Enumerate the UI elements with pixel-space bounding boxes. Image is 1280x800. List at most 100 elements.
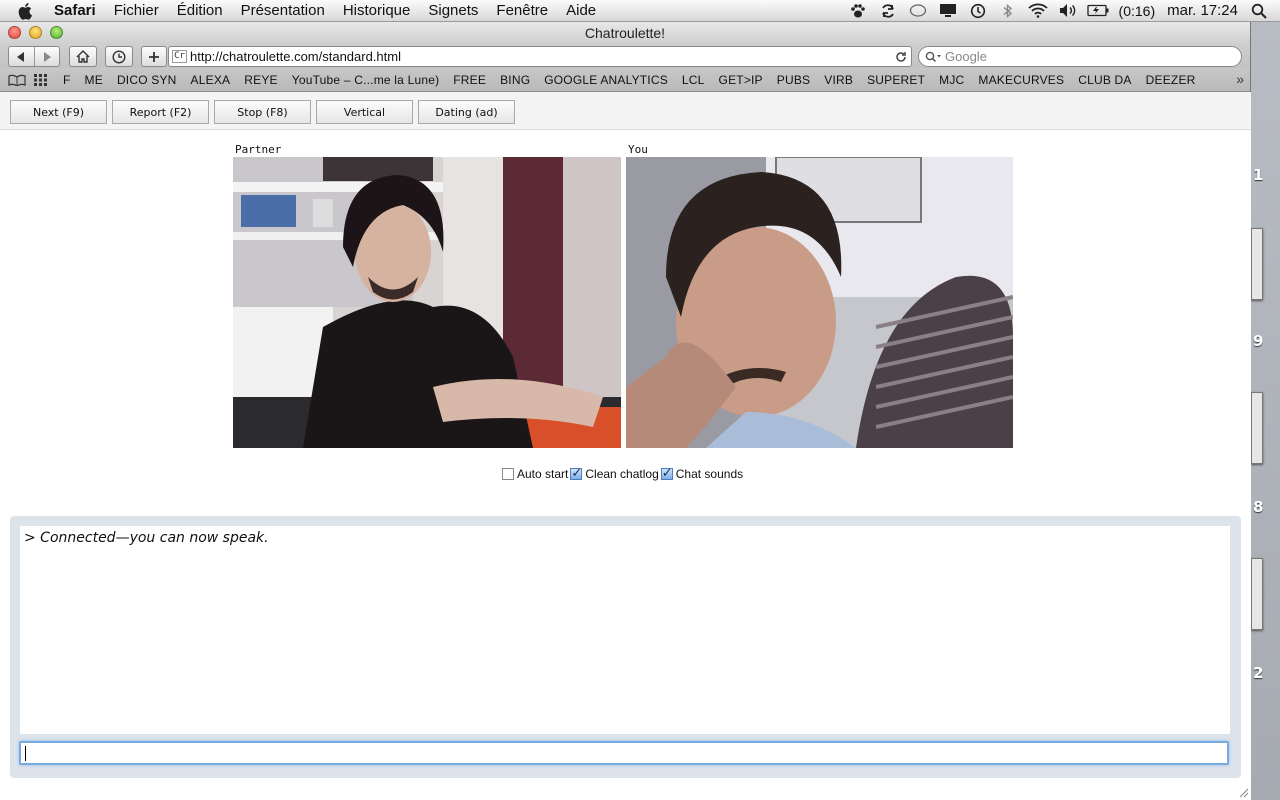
chat-message: > Connected—you can now speak. (24, 530, 269, 546)
desktop-label: 1 (1253, 166, 1264, 184)
bookmark-item[interactable]: MJC (939, 73, 964, 87)
desktop-thumbnail[interactable] (1251, 558, 1263, 630)
resize-grip-icon[interactable] (1239, 788, 1249, 798)
bookmark-item[interactable]: DICO SYN (117, 73, 177, 87)
back-button[interactable] (9, 47, 34, 66)
auto-start-checkbox[interactable] (502, 468, 514, 480)
desktop-thumbnail[interactable] (1251, 392, 1263, 464)
url-text[interactable]: http://chatroulette.com/standard.html (190, 49, 891, 64)
menu-fenetre[interactable]: Fenêtre (496, 2, 548, 19)
search-field[interactable]: Google (918, 46, 1242, 67)
search-placeholder: Google (945, 49, 987, 64)
bookmark-item[interactable]: FREE (453, 73, 486, 87)
address-bar[interactable]: Cr http://chatroulette.com/standard.html (168, 46, 912, 67)
book-icon[interactable] (8, 74, 26, 86)
back-arrow-icon (17, 51, 25, 62)
text-caret (25, 746, 26, 761)
site-favicon: Cr (172, 50, 187, 63)
stop-button[interactable]: Stop (F8) (214, 100, 311, 124)
home-button[interactable] (69, 46, 97, 67)
chat-controls-bar: Next (F9) Report (F2) Stop (F8) Vertical… (0, 92, 1251, 130)
grid-icon[interactable] (32, 73, 50, 86)
bookmark-item[interactable]: BING (500, 73, 530, 87)
spotlight-search-icon[interactable] (1248, 3, 1270, 19)
next-button[interactable]: Next (F9) (10, 100, 107, 124)
reload-icon (896, 51, 906, 62)
clean-chatlog-checkbox[interactable] (570, 465, 583, 481)
auto-start-label: Auto start (517, 467, 569, 481)
chat-sounds-checkbox[interactable] (660, 465, 673, 481)
bookmark-item[interactable]: ALEXA (191, 73, 231, 87)
web-page: Next (F9) Report (F2) Stop (F8) Vertical… (0, 92, 1251, 800)
bookmark-item[interactable]: REYE (244, 73, 277, 87)
dating-ad-button[interactable]: Dating (ad) (418, 100, 515, 124)
menu-bar: Safari Fichier Édition Présentation Hist… (0, 0, 1280, 22)
bluetooth-icon[interactable] (997, 3, 1019, 19)
bookmark-item[interactable]: GOOGLE ANALYTICS (544, 73, 668, 87)
bookmark-item[interactable]: MAKECURVES (978, 73, 1064, 87)
desktop-label: 2 (1253, 664, 1264, 682)
menu-clock[interactable]: mar. 17:24 (1167, 2, 1238, 19)
bookmark-item[interactable]: F (63, 73, 71, 87)
bookmark-item[interactable]: CLUB DA (1078, 73, 1131, 87)
home-icon (76, 50, 90, 63)
plus-icon (149, 51, 159, 62)
menu-edition[interactable]: Édition (177, 2, 223, 19)
add-bookmark-button[interactable] (141, 46, 167, 67)
report-button[interactable]: Report (F2) (112, 100, 209, 124)
forward-button[interactable] (33, 47, 59, 66)
paw-icon[interactable] (847, 3, 869, 19)
desktop-label: 9 (1253, 332, 1264, 350)
menu-fichier[interactable]: Fichier (114, 2, 159, 19)
desktop-thumbnail[interactable] (1251, 228, 1263, 300)
browser-window: Chatroulette! Cr http://chatroulette.com… (0, 22, 1251, 800)
minimize-window-button[interactable] (29, 26, 42, 39)
menu-aide[interactable]: Aide (566, 2, 596, 19)
menu-safari[interactable]: Safari (54, 2, 96, 19)
chat-bubble-icon[interactable] (907, 3, 929, 19)
more-bookmarks-chevron-icon[interactable]: » (1236, 71, 1244, 87)
wifi-icon[interactable] (1027, 3, 1049, 19)
close-window-button[interactable] (8, 26, 21, 39)
clean-chatlog-label: Clean chatlog (585, 467, 659, 481)
bookmark-item[interactable]: DEEZER (1146, 73, 1196, 87)
title-bar[interactable]: Chatroulette! (0, 22, 1250, 44)
bookmark-item[interactable]: YouTube – C...me la Lune) (292, 73, 440, 87)
apple-icon[interactable] (18, 2, 36, 20)
chat-options: Auto start Clean chatlog Chat sounds (500, 465, 744, 481)
bookmark-item[interactable]: PUBS (777, 73, 810, 87)
chat-panel: > Connected—you can now speak. (10, 516, 1241, 778)
menu-signets[interactable]: Signets (428, 2, 478, 19)
partner-label: Partner (235, 143, 282, 156)
window-title: Chatroulette! (584, 25, 666, 41)
bookmark-item[interactable]: LCL (682, 73, 705, 87)
forward-arrow-icon (43, 51, 51, 62)
time-machine-icon[interactable] (967, 3, 989, 19)
menu-historique[interactable]: Historique (343, 2, 411, 19)
vertical-button[interactable]: Vertical (316, 100, 413, 124)
desktop-label: 8 (1253, 498, 1264, 516)
volume-icon[interactable] (1057, 3, 1079, 19)
chat-log[interactable]: > Connected—you can now speak. (20, 526, 1230, 734)
self-video[interactable] (626, 157, 1013, 448)
menu-presentation[interactable]: Présentation (241, 2, 325, 19)
sync-icon[interactable] (877, 3, 899, 19)
search-icon (925, 51, 941, 62)
bookmark-item[interactable]: VIRB (824, 73, 853, 87)
chat-input[interactable] (19, 741, 1229, 765)
bookmark-item[interactable]: ME (85, 73, 103, 87)
display-icon[interactable] (937, 3, 959, 19)
you-label: You (628, 143, 648, 156)
zoom-window-button[interactable] (50, 26, 63, 39)
bookmark-item[interactable]: GET>IP (719, 73, 763, 87)
reload-button[interactable] (891, 51, 911, 63)
history-button[interactable] (105, 46, 133, 67)
partner-video[interactable] (233, 157, 621, 448)
bookmarks-bar: F ME DICO SYN ALEXA REYE YouTube – C...m… (0, 68, 1250, 92)
battery-icon[interactable] (1086, 3, 1109, 19)
status-menus: (0:16) mar. 17:24 (843, 0, 1280, 22)
battery-time[interactable]: (0:16) (1119, 3, 1156, 19)
clock-icon (112, 49, 126, 64)
chat-sounds-label: Chat sounds (675, 467, 744, 481)
bookmark-item[interactable]: SUPERET (867, 73, 925, 87)
